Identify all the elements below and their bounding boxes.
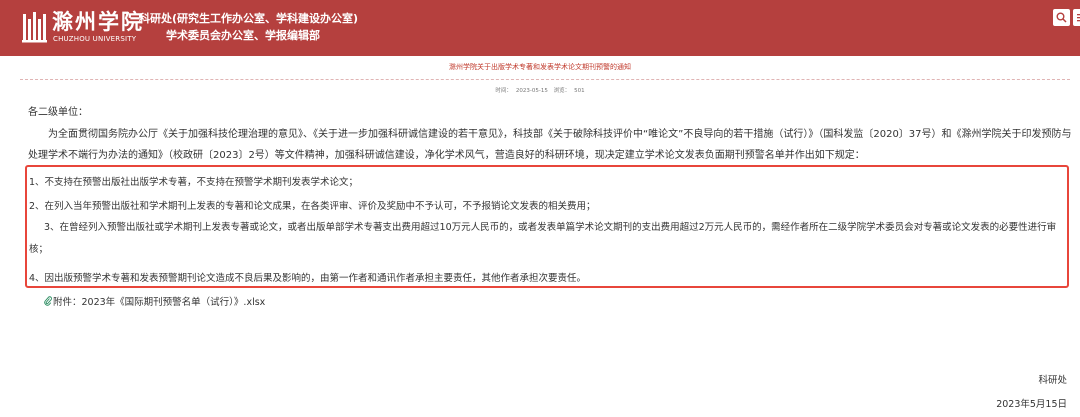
rule-item: 3、在曾经列入预警出版社或学术期刊上发表专著或论文，或者出版单部学术专著支出费用… [29,222,1057,255]
time-label: 时间： [495,88,512,94]
rule-item: 4、因出版预警学术专著和发表预警期刊论文造成不良后果及影响的，由第一作者和通讯作… [29,273,587,284]
rule-item: 2、在列入当年预警出版社和学术期刊上发表的专著和论文成果，在各类评审、评价及奖励… [29,201,596,212]
logo-text: 滁州学院 [52,9,144,34]
views-label: 浏览： [553,88,571,94]
views-value: 501 [574,88,585,94]
search-icon [1056,12,1067,23]
paperclip-icon [44,296,52,306]
logo-subtext: CHUZHOU UNIVERSITY [53,35,137,43]
signature-org: 科研处 [1038,375,1067,386]
logo-emblem-icon [22,12,47,43]
search-button[interactable] [1053,9,1070,26]
intro-paragraph: 为全面贯彻国务院办公厅《关于加强科技伦理治理的意见》、《关于进一步加强科研诚信建… [28,124,1073,166]
attachment-link[interactable]: 附件：2023年《国际期刊预警名单（试行）》.xlsx [44,294,265,308]
menu-icon [1077,14,1080,22]
site-header: 滁州学院 CHUZHOU UNIVERSITY 科研处(研究生工作办公室、学科建… [0,0,1080,56]
attachment-label: 附件：2023年《国际期刊预警名单（试行）》.xlsx [53,297,266,308]
signature-date: 2023年5月15日 [996,399,1067,410]
department-name-line1: 科研处(研究生工作办公室、学科建设办公室) [139,12,359,25]
university-logo[interactable]: 滁州学院 CHUZHOU UNIVERSITY [22,8,142,48]
department-name-line2: 学术委员会办公室、学报编辑部 [166,29,320,42]
time-value: 2023-05-15 [515,88,548,94]
intro-text: 为全面贯彻国务院办公厅《关于加强科技伦理治理的意见》、《关于进一步加强科研诚信建… [28,129,1072,161]
menu-button[interactable] [1073,9,1080,26]
salutation: 各二级单位： [28,107,88,118]
title-divider [20,79,1070,80]
rule-item: 1、不支持在预警出版社出版学术专著，不支持在预警学术期刊发表学术论文； [29,177,359,188]
article-title: 滁州学院关于出版学术专著和发表学术论文期刊预警的通知 [449,63,631,71]
article-meta: 时间： 2023-05-15 浏览： 501 [0,86,1080,94]
